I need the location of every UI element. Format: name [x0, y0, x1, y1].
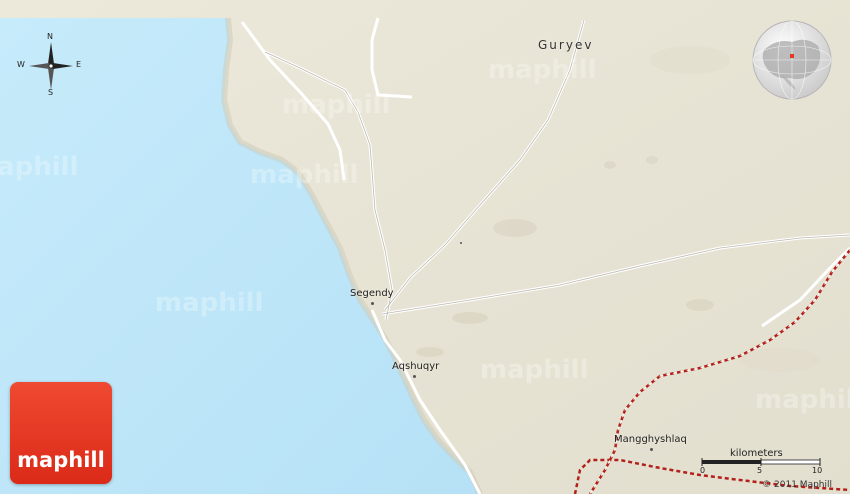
globe-locator[interactable]: [752, 20, 832, 100]
copyright: © 2011 Maphill: [762, 480, 832, 490]
place-label-mangghyshlaq[interactable]: Mangghyshlaq: [614, 434, 687, 445]
compass-star-icon: [29, 42, 73, 90]
place-label-guryev[interactable]: Guryev: [538, 38, 593, 52]
watermark: maphill: [250, 160, 359, 190]
map-view[interactable]: maphill maphill maphill maphill maphill …: [0, 0, 850, 494]
place-label-aqshuqyr[interactable]: Aqshuqyr: [392, 361, 439, 372]
place-dot-aqshuqyr: [413, 375, 416, 378]
place-dot-segendy: [371, 302, 374, 305]
scale-bar: kilometers 0 5 10: [700, 448, 824, 480]
place-dot: [460, 242, 462, 244]
maphill-logo[interactable]: maphill: [10, 382, 112, 484]
scale-tick: 10: [812, 466, 823, 475]
compass-rose: N S W E: [15, 32, 87, 100]
place-dot-mangghyshlaq: [650, 448, 653, 451]
watermark: maphill: [155, 288, 264, 318]
scale-tick: 0: [700, 466, 706, 475]
place-label-segendy[interactable]: Segendy: [350, 288, 394, 299]
watermark: maphill: [282, 90, 391, 120]
map-canvas: [0, 0, 850, 494]
globe-icon: [752, 20, 832, 100]
scale-tick: 5: [757, 466, 763, 475]
watermark: maphill: [480, 355, 589, 385]
maphill-logo-text: maphill: [17, 448, 105, 472]
watermark: maphill: [0, 152, 79, 182]
watermark: maphill: [755, 385, 850, 415]
watermark: maphill: [488, 55, 597, 85]
